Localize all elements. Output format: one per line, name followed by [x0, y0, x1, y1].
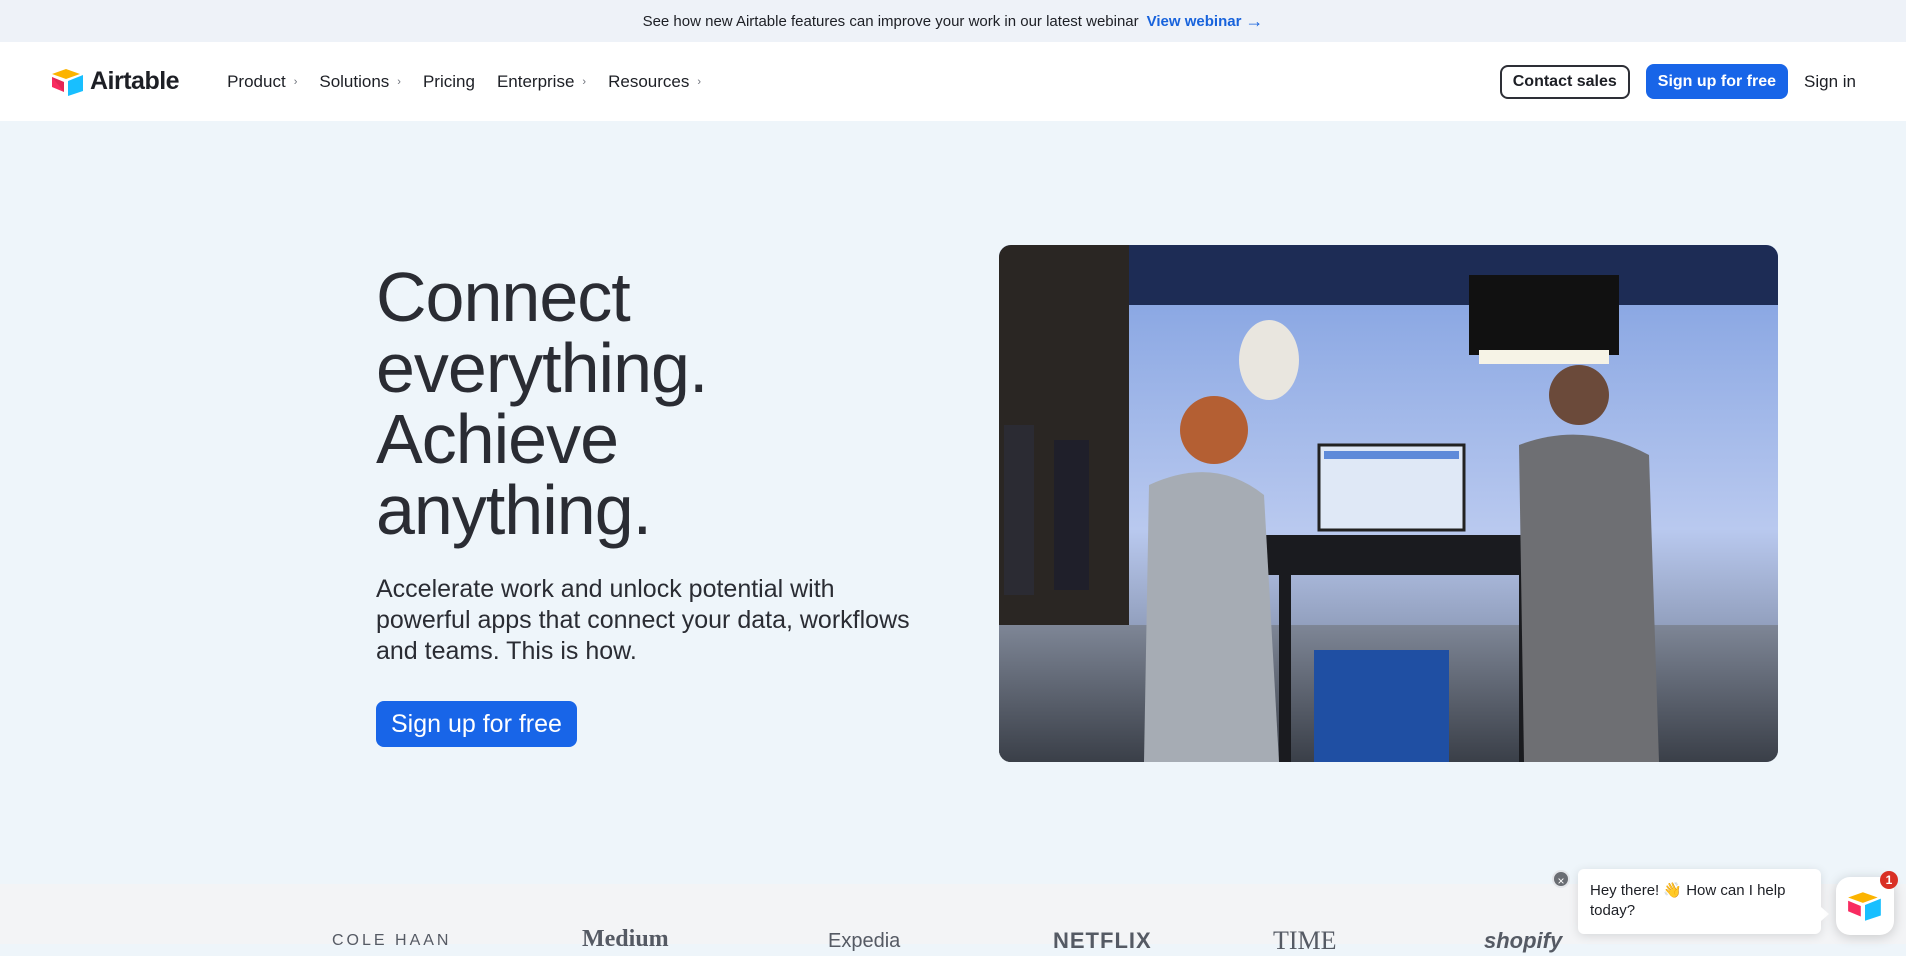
logo-medium: Medium — [582, 926, 669, 952]
hero-signup-button[interactable]: Sign up for free — [376, 701, 577, 747]
hero-title-line: Achieve — [376, 400, 619, 478]
nav-pricing[interactable]: Pricing — [423, 72, 475, 92]
chat-close-icon[interactable]: × — [1552, 870, 1570, 888]
hero-image — [999, 245, 1778, 762]
chat-message-bubble[interactable]: Hey there! 👋 How can I help today? — [1578, 869, 1829, 934]
header-actions: Contact sales Sign up for free Sign in — [1499, 64, 1856, 99]
hero-title: Connect everything. Achieve anything. — [376, 262, 936, 546]
chevron-right-icon: › — [582, 75, 587, 88]
logo-cole-haan: COLE HAAN — [332, 932, 452, 949]
logo-wordmark: Airtable — [90, 67, 180, 95]
nav-resources[interactable]: Resources › — [608, 72, 701, 92]
nav-enterprise-label: Enterprise — [496, 71, 575, 91]
hero-content: Connect everything. Achieve anything. Ac… — [376, 262, 936, 747]
announcement-bar: See how new Airtable features can improv… — [0, 0, 1906, 42]
main-nav: Product › Solutions › Pricing Enterprise… — [227, 72, 701, 92]
airtable-logo[interactable]: Airtable — [50, 67, 180, 97]
logo-expedia: Expedia — [828, 930, 901, 952]
chat-notification-badge: 1 — [1880, 871, 1898, 889]
view-webinar-link[interactable]: View webinar → — [1147, 12, 1264, 30]
chevron-right-icon: › — [293, 75, 298, 88]
studio-photo — [999, 245, 1778, 762]
nav-solutions[interactable]: Solutions › — [319, 72, 401, 92]
arrow-right-icon: → — [1245, 11, 1264, 31]
view-webinar-label: View webinar — [1146, 12, 1242, 30]
chat-message: Hey there! 👋 How can I help today? — [1590, 882, 1786, 919]
nav-product[interactable]: Product › — [227, 72, 297, 92]
hero-title-line: Connect — [376, 258, 631, 336]
nav-enterprise[interactable]: Enterprise › — [497, 72, 586, 92]
hero-subtitle: Accelerate work and unlock potential wit… — [376, 575, 910, 665]
hero-title-line: everything. — [376, 329, 708, 407]
hero-title-line: anything. — [376, 471, 652, 549]
chevron-right-icon: › — [697, 75, 702, 88]
nav-product-label: Product — [227, 71, 286, 91]
airtable-chat-icon — [1848, 892, 1881, 921]
announcement-text: See how new Airtable features can improv… — [642, 12, 1139, 30]
logo-netflix: NETFLIX — [1053, 928, 1152, 953]
logo-time: TIME — [1273, 926, 1337, 955]
contact-sales-button[interactable]: Contact sales — [1499, 64, 1630, 99]
airtable-logo-icon — [52, 68, 83, 96]
site-header: Airtable Product › Solutions › Pricing E… — [0, 42, 1906, 121]
signup-button[interactable]: Sign up for free — [1645, 64, 1789, 99]
logo-shopify: shopify — [1484, 928, 1563, 953]
nav-pricing-label: Pricing — [422, 71, 475, 91]
chevron-right-icon: › — [397, 75, 401, 88]
nav-solutions-label: Solutions — [319, 71, 390, 91]
nav-resources-label: Resources — [608, 71, 690, 91]
signin-link[interactable]: Sign in — [1804, 72, 1856, 92]
